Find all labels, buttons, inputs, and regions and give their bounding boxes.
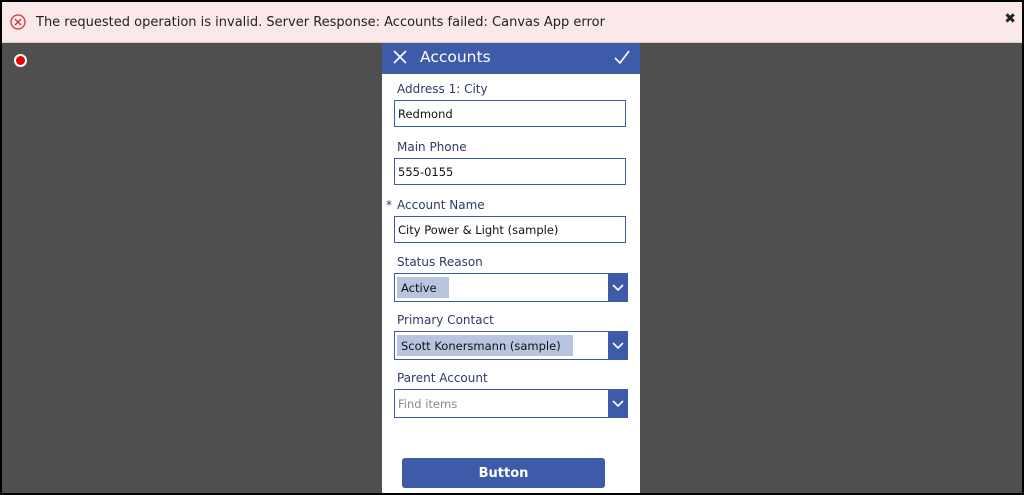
- form-title: Accounts: [420, 48, 491, 66]
- main-phone-field[interactable]: 555-0155: [394, 158, 626, 185]
- status-reason-dropdown[interactable]: Active: [394, 273, 628, 302]
- account-name-field[interactable]: City Power & Light (sample): [394, 216, 626, 243]
- account-name-label: Account Name: [397, 198, 485, 212]
- parent-account-label: Parent Account: [397, 371, 488, 385]
- error-close-icon[interactable]: ✖: [1004, 11, 1016, 27]
- status-reason-label: Status Reason: [397, 255, 483, 269]
- recording-indicator-dot: [14, 54, 27, 67]
- chevron-down-icon[interactable]: [608, 274, 627, 301]
- status-reason-selected: Active: [397, 277, 449, 298]
- submit-button[interactable]: Button: [402, 458, 605, 488]
- parent-account-search-input[interactable]: Find items: [398, 390, 457, 417]
- close-icon[interactable]: [391, 48, 409, 66]
- main-phone-label: Main Phone: [397, 140, 467, 154]
- chevron-down-icon[interactable]: [608, 390, 627, 417]
- primary-contact-label: Primary Contact: [397, 313, 494, 327]
- edit-form-screen: Accounts Address 1: City Redmond Main Ph…: [382, 43, 640, 493]
- required-asterisk: *: [386, 198, 392, 212]
- chevron-down-icon[interactable]: [608, 332, 627, 359]
- checkmark-icon[interactable]: [613, 48, 631, 66]
- parent-account-combobox[interactable]: Find items: [394, 389, 628, 418]
- app-canvas: The requested operation is invalid. Serv…: [0, 0, 1024, 495]
- form-header: Accounts: [382, 43, 640, 74]
- city-field[interactable]: Redmond: [394, 100, 626, 127]
- error-circle-x-icon: [10, 14, 26, 30]
- city-label: Address 1: City: [397, 82, 488, 96]
- primary-contact-combobox[interactable]: Scott Konersmann (sample): [394, 331, 628, 360]
- error-banner: The requested operation is invalid. Serv…: [2, 2, 1022, 43]
- primary-contact-selected: Scott Konersmann (sample): [397, 335, 573, 356]
- error-message: The requested operation is invalid. Serv…: [36, 14, 605, 30]
